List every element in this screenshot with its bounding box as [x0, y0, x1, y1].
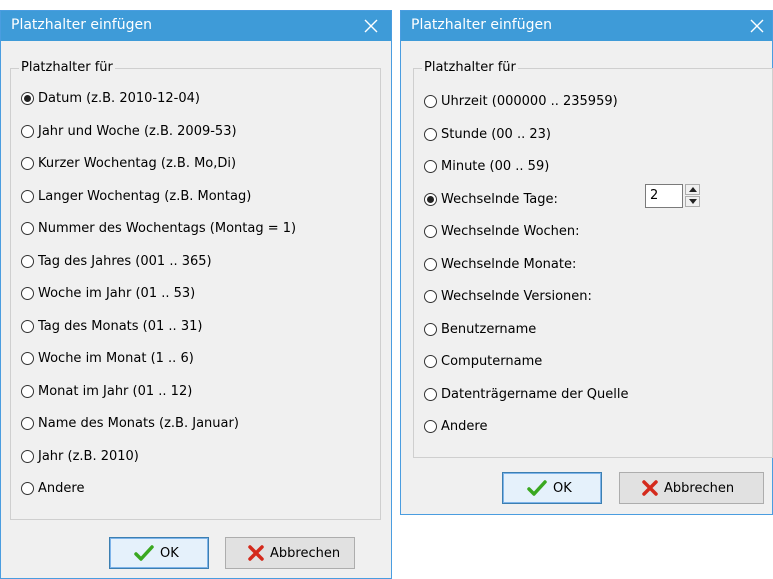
radio-label: Tag des Jahres (001 .. 365): [38, 253, 212, 269]
radio-empty-icon[interactable]: [21, 124, 34, 138]
spin-up-button[interactable]: [685, 184, 700, 195]
ok-label: OK: [160, 546, 179, 561]
radio-empty-icon[interactable]: [424, 290, 437, 303]
close-button[interactable]: [742, 11, 772, 41]
radio-empty-icon[interactable]: [21, 482, 34, 495]
radio-label: Datum (z.B. 2010-12-04): [38, 91, 200, 106]
cancel-x-icon: [248, 545, 264, 561]
radio-selected-icon[interactable]: [424, 192, 437, 206]
cancel-label: Abbrechen: [270, 546, 341, 561]
radio-empty-icon[interactable]: [21, 189, 34, 203]
radio-empty-icon[interactable]: [424, 322, 437, 336]
radio-label: Wechselnde Versionen:: [441, 289, 592, 304]
radio-empty-icon[interactable]: [424, 355, 437, 368]
radio-label: Woche im Jahr (01 .. 53): [38, 286, 196, 301]
radio-empty-icon[interactable]: [21, 417, 34, 430]
radio-empty-icon[interactable]: [21, 384, 34, 398]
radio-label: Datenträgername der Quelle: [441, 386, 629, 402]
radio-label: Langer Wochentag (z.B. Montag): [38, 188, 252, 204]
radio-empty-icon[interactable]: [21, 449, 34, 463]
radio-empty-icon[interactable]: [424, 95, 437, 108]
close-button[interactable]: [351, 11, 391, 41]
radio-empty-icon[interactable]: [21, 319, 34, 333]
cancel-button[interactable]: Abbrechen: [225, 537, 355, 569]
radio-label: Stunde (00 .. 23): [441, 126, 551, 142]
radio-empty-icon[interactable]: [424, 225, 437, 238]
placeholder-dialog-left: Platzhalter einfügen Platzhalter für Dat…: [0, 10, 392, 579]
radio-label: Benutzername: [441, 321, 537, 337]
title-bar: Platzhalter einfügen: [401, 11, 772, 41]
group-label: Platzhalter für: [19, 60, 115, 75]
radio-empty-icon[interactable]: [424, 127, 437, 141]
radio-label: Wechselnde Wochen:: [441, 224, 580, 239]
radio-label: Monat im Jahr (01 .. 12): [38, 383, 193, 399]
close-icon: [364, 19, 378, 33]
radio-empty-icon[interactable]: [424, 387, 437, 401]
radio-label: Jahr und Woche (z.B. 2009-53): [38, 123, 237, 139]
radio-label: Uhrzeit (000000 .. 235959): [441, 94, 618, 109]
spin-down-button[interactable]: [685, 196, 700, 207]
days-value: 2: [650, 188, 659, 203]
radio-empty-icon[interactable]: [21, 287, 34, 300]
ok-button[interactable]: OK: [502, 472, 602, 504]
radio-label: Minute (00 .. 59): [441, 159, 550, 174]
radio-label: Computername: [441, 354, 543, 369]
radio-empty-icon[interactable]: [424, 160, 437, 173]
close-icon: [750, 19, 764, 33]
radio-empty-icon[interactable]: [21, 222, 34, 235]
checkmark-icon: [134, 545, 154, 561]
radio-label: Jahr (z.B. 2010): [38, 448, 139, 464]
arrow-down-icon: [689, 199, 697, 204]
radio-label: Woche im Monat (1 .. 6): [38, 351, 194, 366]
radio-empty-icon[interactable]: [424, 420, 437, 433]
checkmark-icon: [527, 480, 547, 496]
radio-empty-icon[interactable]: [21, 254, 34, 268]
radio-empty-icon[interactable]: [424, 257, 437, 271]
placeholder-dialog-right: Platzhalter einfügen Platzhalter für Uhr…: [400, 10, 773, 515]
cancel-button[interactable]: Abbrechen: [619, 472, 764, 504]
radio-label: Nummer des Wochentags (Montag = 1): [38, 221, 297, 236]
ok-label: OK: [553, 481, 572, 496]
placeholder-group: Platzhalter für Uhrzeit (000000 .. 23595…: [413, 60, 773, 458]
radio-selected-icon[interactable]: [21, 92, 34, 105]
radio-label: Wechselnde Monate:: [441, 256, 577, 272]
radio-label: Tag des Monats (01 .. 31): [38, 318, 203, 334]
group-label: Platzhalter für: [422, 60, 518, 75]
ok-button[interactable]: OK: [109, 537, 209, 569]
radio-label: Andere: [38, 481, 85, 496]
placeholder-group: Platzhalter für Datum (z.B. 2010-12-04) J…: [10, 60, 381, 520]
radio-label: Name des Monats (z.B. Januar): [38, 416, 239, 431]
cancel-x-icon: [642, 480, 658, 496]
dialog-title: Platzhalter einfügen: [411, 17, 552, 33]
radio-label: Wechselnde Tage:: [441, 191, 558, 207]
radio-label: Andere: [441, 419, 488, 434]
radio-label: Kurzer Wochentag (z.B. Mo,Di): [38, 156, 237, 171]
arrow-up-icon: [689, 187, 697, 192]
days-input[interactable]: 2: [645, 184, 683, 208]
cancel-label: Abbrechen: [664, 481, 735, 496]
dialog-title: Platzhalter einfügen: [11, 17, 152, 33]
radio-empty-icon[interactable]: [21, 352, 34, 365]
radio-empty-icon[interactable]: [21, 157, 34, 170]
title-bar: Platzhalter einfügen: [1, 11, 391, 41]
